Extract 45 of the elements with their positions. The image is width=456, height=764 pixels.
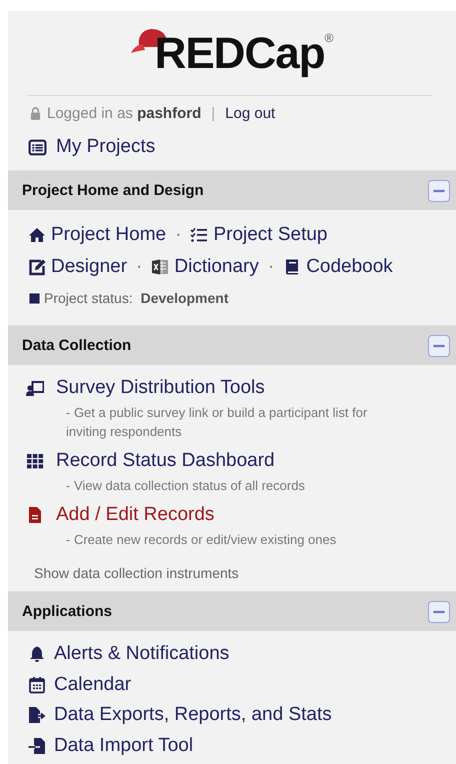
separator: · — [268, 256, 274, 278]
separator: | — [211, 104, 216, 122]
edit-icon — [28, 258, 46, 276]
logout-link[interactable]: Log out — [225, 104, 276, 122]
square-icon — [28, 292, 41, 304]
menu-link[interactable]: Dictionary — [151, 256, 259, 278]
link-description: - Create new records or edit/view existing ones — [65, 531, 338, 549]
menu-link[interactable]: Data Import Tool — [28, 730, 456, 761]
collapse-button[interactable] — [428, 180, 450, 202]
menu-link[interactable]: Data Exports, Reports, and Stats — [28, 700, 456, 730]
link-description: - View data collection status of all records — [65, 477, 306, 495]
separator: · — [136, 256, 142, 278]
menu-link[interactable]: Project Setup — [190, 224, 328, 246]
menu-link[interactable]: Survey Distribution Tools — [22, 373, 265, 403]
project-status: Project status: Development — [44, 290, 229, 306]
lock-icon — [30, 106, 41, 120]
file-import-icon — [28, 736, 46, 755]
bell-icon — [28, 645, 46, 664]
my-projects-link[interactable]: My Projects — [56, 136, 156, 158]
menu-link[interactable]: Alerts & Notifications — [28, 639, 456, 670]
collapse-button[interactable] — [428, 334, 450, 356]
grid-icon — [26, 452, 44, 470]
document-icon — [26, 506, 44, 524]
menu-link[interactable]: Project Home — [28, 224, 166, 246]
section-title: Applications — [22, 603, 112, 620]
section-title: Project Home and Design — [22, 182, 204, 199]
spreadsheet-icon — [151, 258, 170, 276]
home-icon — [28, 226, 46, 244]
menu-link[interactable]: Add / Edit Records — [22, 500, 214, 530]
menu-link[interactable]: Codebook — [283, 256, 393, 278]
checklist-icon — [190, 226, 208, 244]
menu-link[interactable]: Calendar — [28, 670, 456, 700]
logo: REDCap® — [130, 23, 334, 95]
list-icon — [28, 138, 47, 156]
file-export-icon — [28, 706, 46, 724]
menu-link[interactable]: Designer — [28, 256, 128, 278]
show-instruments-link[interactable]: Show data collection instruments — [34, 565, 446, 581]
collapse-button[interactable] — [428, 600, 450, 622]
link-description: - Get a public survey link or build a participant list for inviting respondents — [65, 404, 368, 441]
menu-link[interactable]: Record Status Dashboard — [22, 446, 275, 476]
login-status: Logged in as pashford — [47, 104, 202, 122]
separator: · — [175, 224, 182, 246]
person-screen-icon — [26, 379, 44, 397]
calendar-icon — [28, 676, 46, 694]
section-title: Data Collection — [22, 337, 132, 354]
